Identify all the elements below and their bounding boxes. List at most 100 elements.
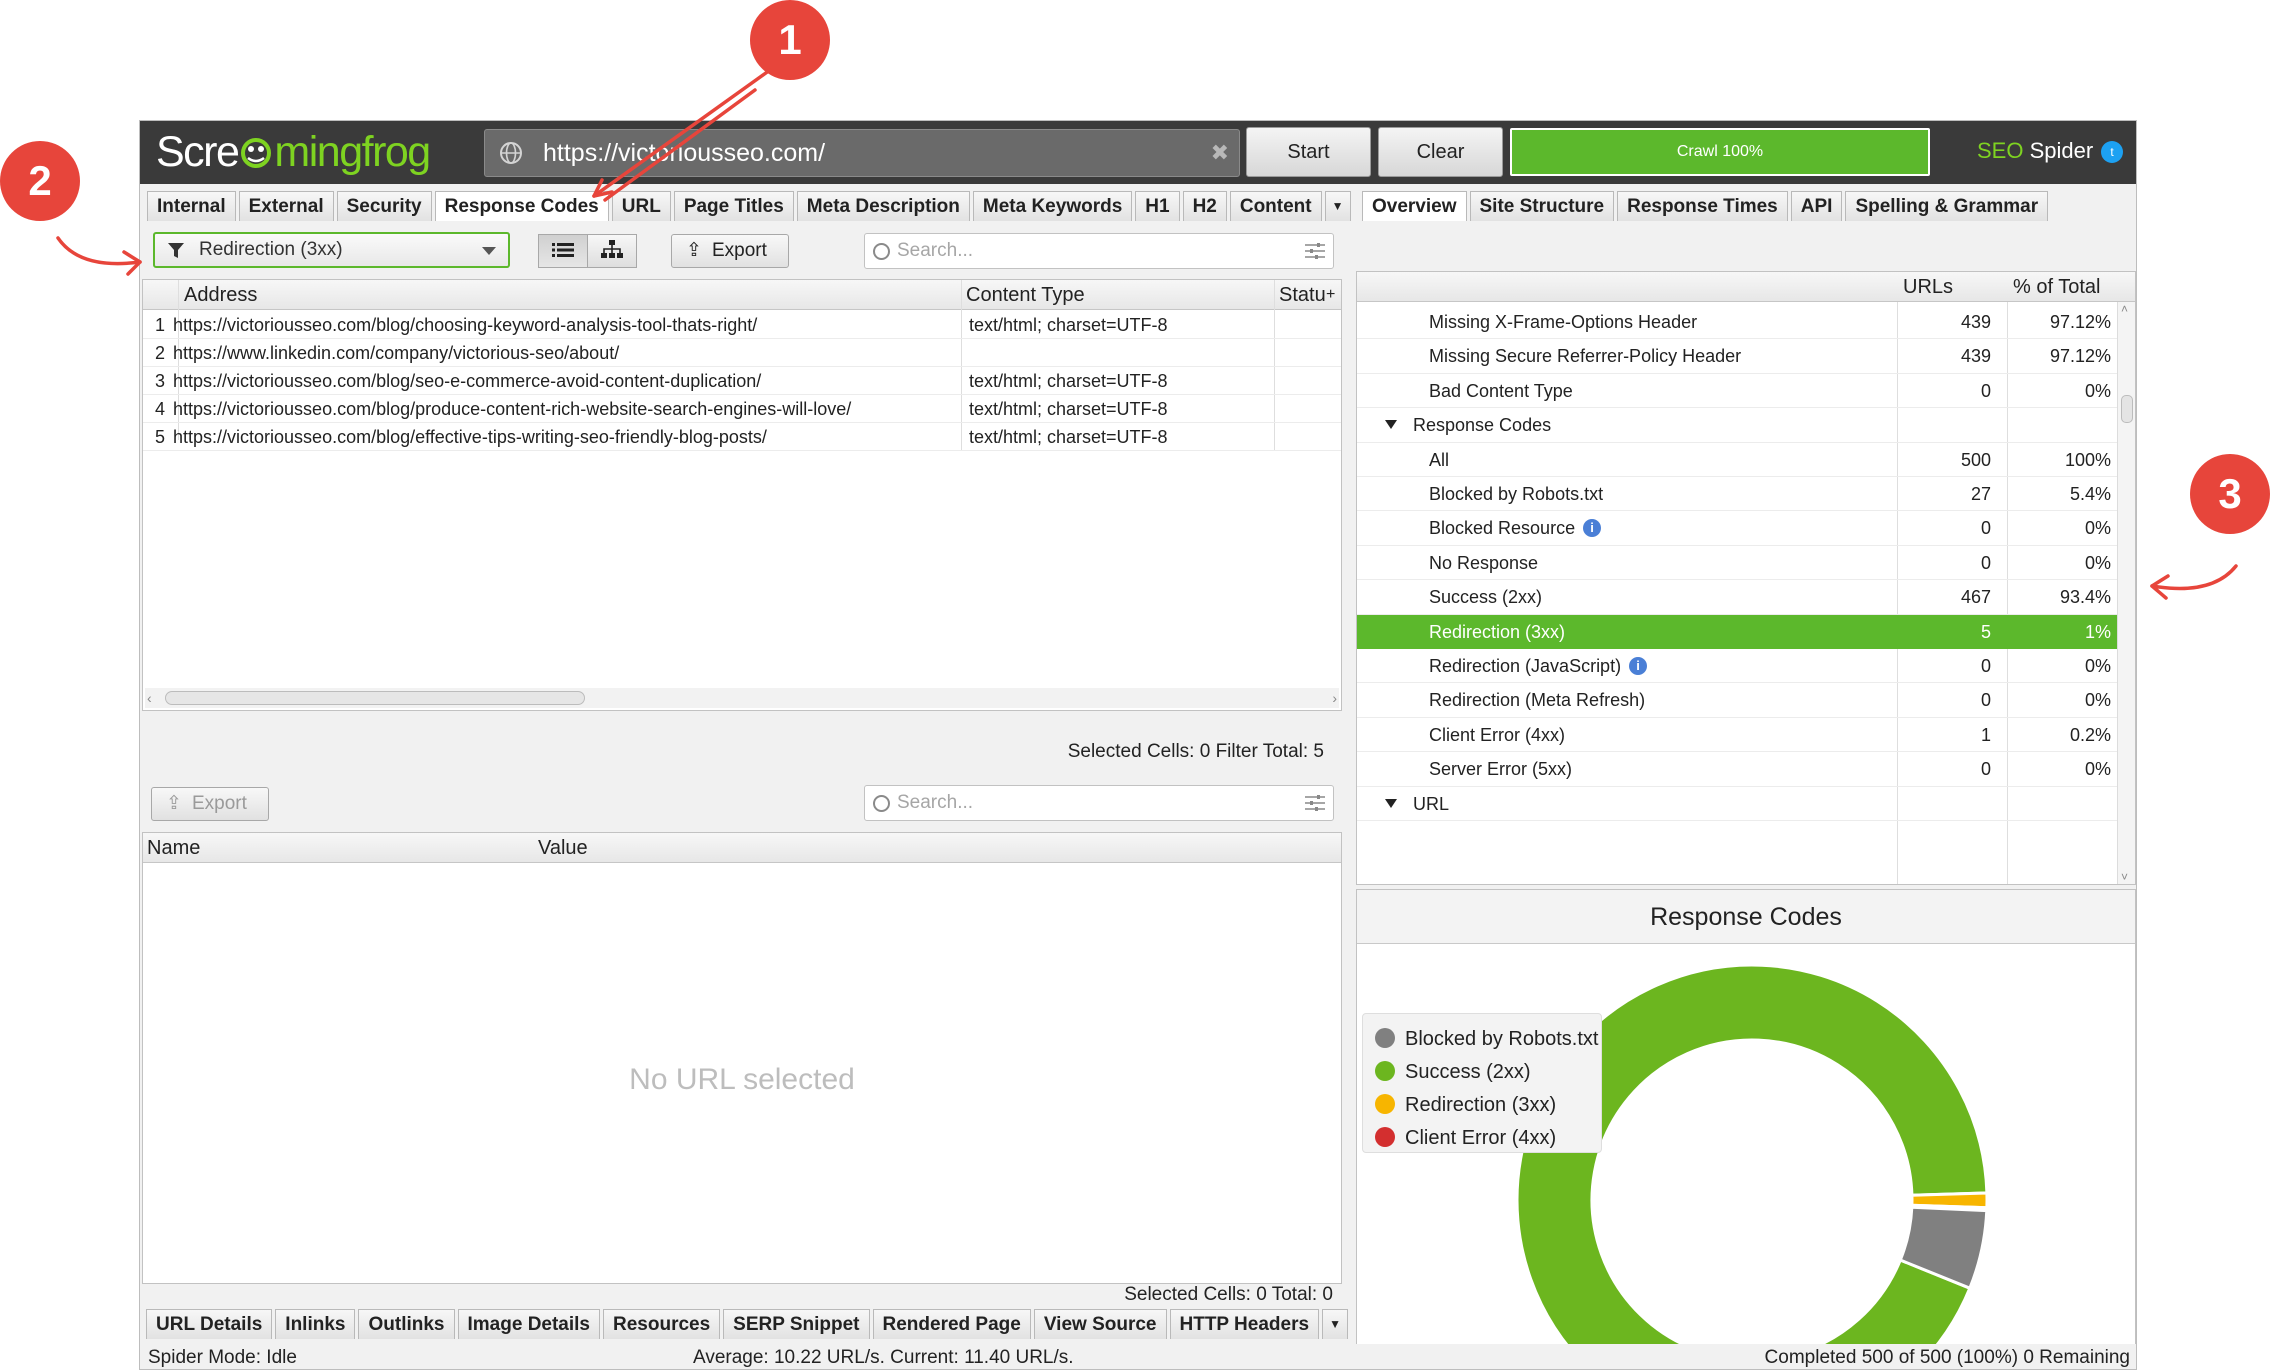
list-view-toggle[interactable] [538, 234, 588, 268]
row-number: 1 [155, 315, 166, 335]
export-button[interactable]: ⇪ Export [671, 234, 789, 268]
details-tab-url-details[interactable]: URL Details [146, 1309, 273, 1339]
tab-security[interactable]: Security [336, 191, 432, 221]
tab-external[interactable]: External [238, 191, 334, 221]
details-tab-inlinks[interactable]: Inlinks [275, 1309, 356, 1339]
url-value: https://victoriousseo.com/ [543, 139, 826, 167]
overview-row-all[interactable]: All 500 100% [1357, 443, 2119, 477]
overview-row-redirection-meta-refresh[interactable]: Redirection (Meta Refresh) 0 0% [1357, 683, 2119, 718]
overview-row-blocked-by-robots-txt[interactable]: Blocked by Robots.txt 27 5.4% [1357, 477, 2119, 512]
scroll-right-icon[interactable]: › [1332, 688, 1337, 708]
details-search-input[interactable]: Search... [864, 785, 1334, 821]
overview-row-label: Redirection (Meta Refresh) [1429, 683, 1645, 717]
info-icon[interactable]: i [1583, 519, 1602, 538]
column-content-type[interactable]: Content Type [966, 280, 1085, 310]
search-options-icon[interactable] [1305, 242, 1325, 260]
tab-content[interactable]: Content [1229, 191, 1322, 221]
overview-row-no-response[interactable]: No Response 0 0% [1357, 546, 2119, 581]
table-row[interactable]: 3 https://victoriousseo.com/blog/seo-e-co… [143, 367, 1341, 395]
scroll-down-icon[interactable]: ˅ [2121, 870, 2128, 884]
clear-button[interactable]: Clear [1378, 127, 1503, 177]
table-row[interactable]: 5 https://victoriousseo.com/blog/effectiv… [143, 423, 1341, 451]
details-tab-rendered-page[interactable]: Rendered Page [872, 1309, 1031, 1339]
overview-urls-value: 467 [1960, 587, 1991, 608]
clear-url-icon[interactable]: ✖ [1211, 140, 1229, 166]
overview-label-text: Success (2xx) [1429, 587, 1543, 608]
overview-row-bad-content-type[interactable]: Bad Content Type 0 0% [1357, 374, 2119, 409]
tab-meta-keywords[interactable]: Meta Keywords [972, 191, 1133, 221]
expand-triangle-icon[interactable] [1385, 420, 1397, 430]
tab-response-codes[interactable]: Response Codes [434, 191, 609, 221]
address-cell[interactable]: https://victoriousseo.com/blog/effective… [173, 423, 953, 451]
start-button[interactable]: Start [1246, 127, 1371, 177]
details-tab-outlinks[interactable]: Outlinks [358, 1309, 455, 1339]
overview-row-redirection-javascript[interactable]: Redirection (JavaScript) i 0 0% [1357, 649, 2119, 684]
tab-url[interactable]: URL [611, 191, 671, 221]
overview-row-response-codes[interactable]: Response Codes [1357, 408, 2119, 443]
address-cell[interactable]: https://victoriousseo.com/blog/produce-c… [173, 395, 953, 423]
scroll-left-icon[interactable]: ‹ [147, 688, 152, 708]
vertical-scrollbar[interactable]: ˄ ˅ [2117, 302, 2135, 884]
column-urls[interactable]: URLs [1903, 272, 1953, 302]
overview-row-missing-secure-referrer-policy-header[interactable]: Missing Secure Referrer-Policy Header 439… [1357, 339, 2119, 374]
search-options-icon[interactable] [1305, 794, 1325, 812]
right-tab-spelling-grammar[interactable]: Spelling & Grammar [1845, 191, 2049, 221]
tab-h2[interactable]: H2 [1182, 191, 1227, 221]
horizontal-scrollbar[interactable]: ‹ › [145, 688, 1339, 708]
address-cell[interactable]: https://victoriousseo.com/blog/choosing-… [173, 311, 953, 339]
info-icon[interactable]: i [1629, 657, 1648, 675]
screenshot-canvas: Scre mingfrog https://victoriousseo.com/ … [0, 0, 2270, 1370]
add-column-icon[interactable]: + [1326, 280, 1335, 310]
overview-row-url[interactable]: URL [1357, 787, 2119, 821]
frog-logo-icon [241, 138, 272, 168]
address-cell[interactable]: https://victoriousseo.com/blog/seo-e-com… [173, 367, 953, 395]
expand-triangle-icon[interactable] [1385, 798, 1397, 808]
legend-label: Success (2xx) [1405, 1061, 1531, 1083]
column-percent[interactable]: % of Total [2013, 272, 2100, 302]
column-address[interactable]: Address [184, 280, 257, 310]
tree-view-toggle[interactable] [587, 234, 637, 268]
screaming-frog-logo: Scre mingfrog [156, 125, 431, 179]
right-tab-response-times[interactable]: Response Times [1617, 191, 1788, 221]
chart-title: Response Codes [1357, 890, 2135, 944]
column-value[interactable]: Value [538, 833, 588, 863]
details-tab-view-source[interactable]: View Source [1033, 1309, 1167, 1339]
overview-row-client-error-4xx[interactable]: Client Error (4xx) 1 0.2% [1357, 718, 2119, 753]
scroll-thumb[interactable] [165, 691, 585, 705]
tab-more-icon[interactable]: ▼ [1324, 191, 1351, 221]
address-cell[interactable]: https://www.linkedin.com/company/victori… [173, 339, 953, 367]
details-export-button[interactable]: ⇪ Export [151, 787, 269, 821]
tab-internal[interactable]: Internal [147, 191, 236, 221]
tab-meta-description[interactable]: Meta Description [796, 191, 970, 221]
overview-row-blocked-resource[interactable]: Blocked Resource i 0 0% [1357, 511, 2119, 546]
column-status[interactable]: Statu [1279, 280, 1326, 310]
details-tab-resources[interactable]: Resources [603, 1309, 721, 1339]
table-row[interactable]: 4 https://victoriousseo.com/blog/produce-… [143, 395, 1341, 423]
table-row[interactable]: 1 https://victoriousseo.com/blog/choosing… [143, 311, 1341, 339]
legend-label: Redirection (3xx) [1405, 1094, 1557, 1116]
url-input[interactable]: https://victoriousseo.com/ ✖ [484, 129, 1240, 177]
tab-page-titles[interactable]: Page Titles [673, 191, 794, 221]
right-tab-site-structure[interactable]: Site Structure [1469, 191, 1615, 221]
details-tab-http-headers[interactable]: HTTP Headers [1169, 1309, 1320, 1339]
details-tab-more-icon[interactable]: ▼ [1322, 1309, 1349, 1339]
details-tab-image-details[interactable]: Image Details [457, 1309, 600, 1339]
tab-h1[interactable]: H1 [1135, 191, 1180, 221]
filter-dropdown[interactable]: Redirection (3xx) [153, 232, 510, 268]
overview-row-redirection-3xx[interactable]: Redirection (3xx) 5 1% [1357, 614, 2119, 649]
overview-row-missing-x-frame-options-header[interactable]: Missing X-Frame-Options Header 439 97.12% [1357, 305, 2119, 340]
table-row[interactable]: 2 https://www.linkedin.com/company/victor… [143, 339, 1341, 367]
column-name[interactable]: Name [147, 833, 200, 863]
overview-row-label: Client Error (4xx) [1429, 718, 1565, 752]
overview-row-server-error-5xx[interactable]: Server Error (5xx) 0 0% [1357, 752, 2119, 787]
overview-row-success-2xx[interactable]: Success (2xx) 467 93.4% [1357, 580, 2119, 615]
right-tab-overview[interactable]: Overview [1362, 191, 1467, 221]
search-input[interactable]: Search... [864, 233, 1334, 269]
right-tab-api[interactable]: API [1790, 191, 1843, 221]
twitter-icon[interactable]: t [2101, 141, 2123, 163]
scroll-up-icon[interactable]: ˄ [2121, 302, 2128, 316]
scroll-thumb[interactable] [2121, 395, 2133, 423]
results-status: Selected Cells: 0 Filter Total: 5 [1067, 741, 1324, 762]
details-tab-serp-snippet[interactable]: SERP Snippet [723, 1309, 870, 1339]
upload-icon: ⇪ [166, 793, 182, 814]
